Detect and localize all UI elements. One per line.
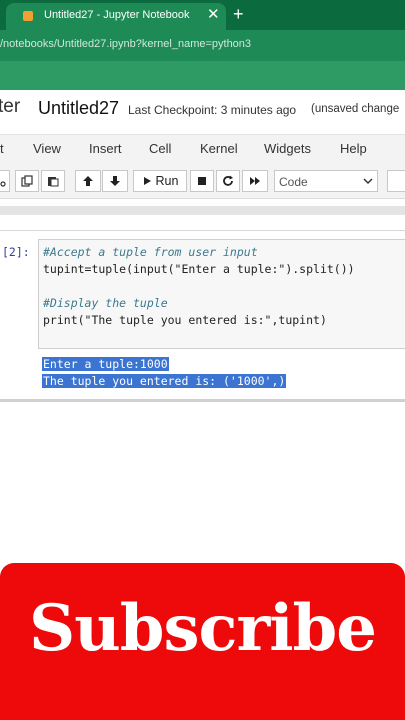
checkpoint-status: Last Checkpoint: 3 minutes ago xyxy=(128,103,297,117)
run-button[interactable]: Run xyxy=(133,170,187,192)
url-text[interactable]: /notebooks/Untitled27.ipynb?kernel_name=… xyxy=(0,38,251,50)
notebook-toolbar: Run Code xyxy=(0,164,405,199)
cell-type-select[interactable]: Code xyxy=(274,170,378,192)
bookmarks-bar xyxy=(0,61,405,90)
jupyter-logo[interactable]: ter xyxy=(0,96,20,118)
cut-button[interactable] xyxy=(0,170,10,192)
unsaved-status: (unsaved change xyxy=(311,103,400,115)
paste-icon xyxy=(48,177,59,187)
code-line: print("The tuple you entered is:",tupint… xyxy=(43,313,327,327)
menu-insert[interactable]: Insert xyxy=(89,141,122,156)
code-line: tupint=tuple(input("Enter a tuple:").spl… xyxy=(43,262,355,276)
divider xyxy=(0,206,405,215)
code-cell[interactable]: [2]: #Accept a tuple from user input tup… xyxy=(0,230,405,402)
subscribe-banner[interactable]: Subscribe xyxy=(0,563,405,720)
menu-edit[interactable]: t xyxy=(0,141,4,156)
output-line: The tuple you entered is: ('1000',) xyxy=(42,374,287,388)
cell-type-value: Code xyxy=(279,175,308,189)
close-tab-icon[interactable]: ✕ xyxy=(207,6,220,24)
menu-widgets[interactable]: Widgets xyxy=(264,141,311,156)
code-line: #Accept a tuple from user input xyxy=(43,245,258,259)
cut-icon xyxy=(0,181,6,187)
command-palette-button[interactable] xyxy=(387,170,405,192)
cell-output: Enter a tuple:1000 The tuple you entered… xyxy=(40,355,400,395)
output-line: Enter a tuple:1000 xyxy=(42,357,169,371)
code-line: #Display the tuple xyxy=(43,296,168,310)
copy-icon xyxy=(21,175,33,187)
restart-button[interactable] xyxy=(216,170,240,192)
play-icon xyxy=(143,177,151,185)
browser-tab[interactable]: Untitled27 - Jupyter Notebook ✕ xyxy=(6,3,226,30)
arrow-up-icon xyxy=(83,176,93,186)
notebook-name[interactable]: Untitled27 xyxy=(38,98,119,119)
interrupt-button[interactable] xyxy=(190,170,214,192)
paste-button[interactable] xyxy=(41,170,65,192)
move-up-button[interactable] xyxy=(75,170,101,192)
chevron-down-icon xyxy=(363,178,373,185)
input-prompt: [2]: xyxy=(2,245,30,259)
menu-kernel[interactable]: Kernel xyxy=(200,141,238,156)
jupyter-favicon-icon xyxy=(23,11,33,21)
fast-forward-icon xyxy=(250,177,260,185)
restart-icon xyxy=(223,175,233,186)
menu-bar: t View Insert Cell Kernel Widgets Help xyxy=(0,134,405,165)
address-bar[interactable]: /notebooks/Untitled27.ipynb?kernel_name=… xyxy=(0,30,405,61)
stop-icon xyxy=(198,177,206,185)
browser-tab-bar: Untitled27 - Jupyter Notebook ✕ + xyxy=(0,0,405,30)
code-editor[interactable]: #Accept a tuple from user input tupint=t… xyxy=(38,239,405,349)
notebook-header: ter Untitled27 Last Checkpoint: 3 minute… xyxy=(0,90,405,130)
tab-title: Untitled27 - Jupyter Notebook xyxy=(44,9,190,21)
new-tab-button[interactable]: + xyxy=(233,3,244,25)
menu-cell[interactable]: Cell xyxy=(149,141,171,156)
run-label: Run xyxy=(155,174,179,188)
menu-view[interactable]: View xyxy=(33,141,61,156)
subscribe-text: Subscribe xyxy=(29,591,377,666)
move-down-button[interactable] xyxy=(102,170,128,192)
menu-help[interactable]: Help xyxy=(340,141,367,156)
copy-button[interactable] xyxy=(15,170,39,192)
restart-run-all-button[interactable] xyxy=(242,170,268,192)
arrow-down-icon xyxy=(110,176,120,186)
